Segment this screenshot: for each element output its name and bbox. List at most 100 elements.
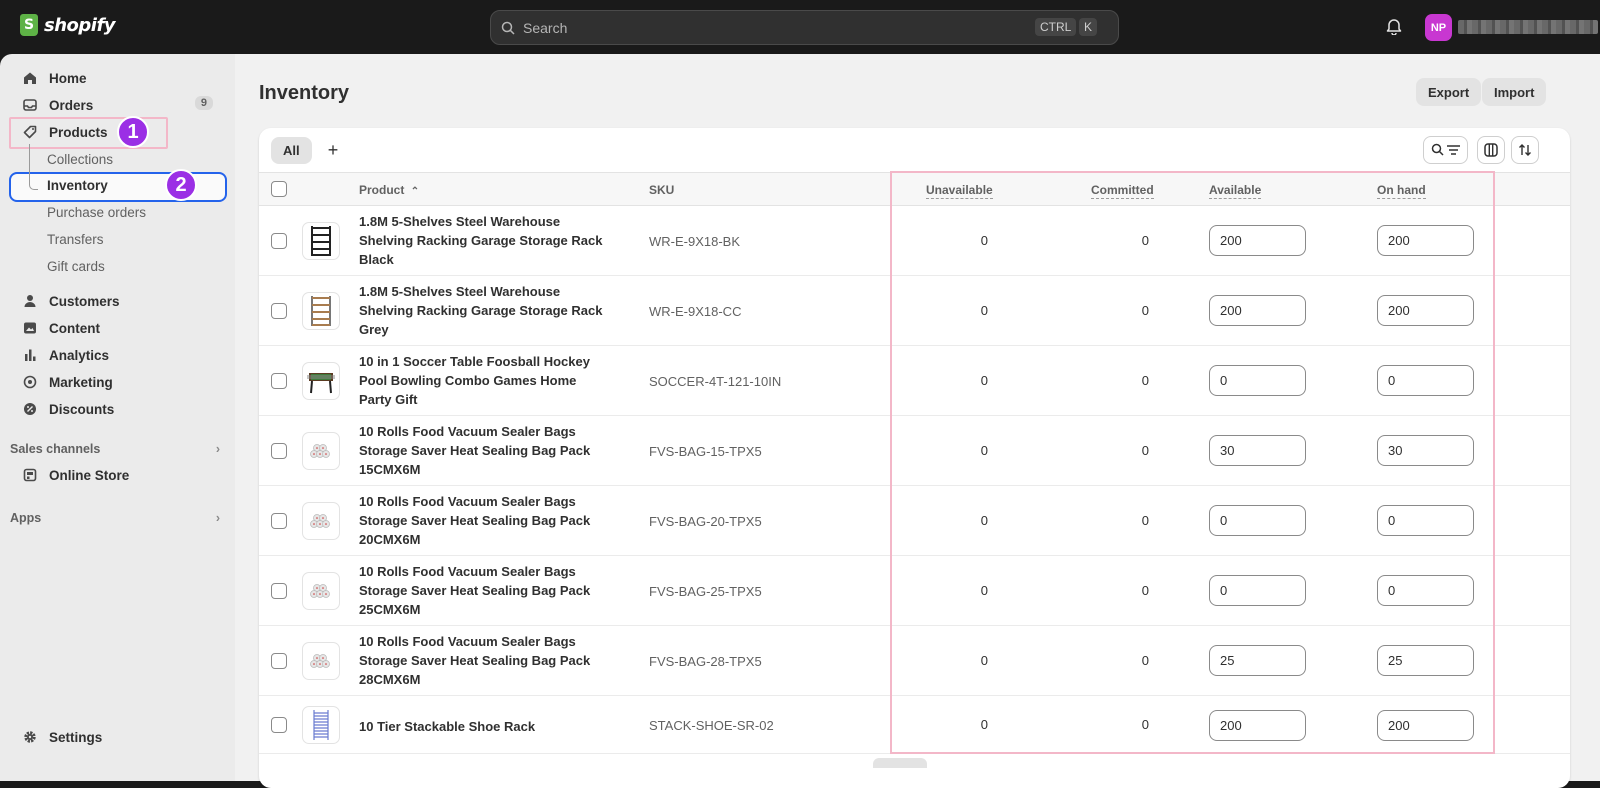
col-committed-header[interactable]: Committed bbox=[1091, 183, 1154, 199]
table-row[interactable]: 1.8M 5-Shelves Steel Warehouse Shelving … bbox=[259, 276, 1570, 346]
home-icon bbox=[22, 70, 38, 86]
available-input[interactable]: 200 bbox=[1209, 225, 1306, 256]
available-input[interactable]: 0 bbox=[1209, 365, 1306, 396]
table-row[interactable]: 10 Rolls Food Vacuum Sealer Bags Storage… bbox=[259, 486, 1570, 556]
available-input[interactable]: 0 bbox=[1209, 575, 1306, 606]
store-name-redacted[interactable] bbox=[1458, 20, 1598, 34]
product-thumbnail[interactable] bbox=[302, 502, 340, 540]
apps-header[interactable]: Apps › bbox=[10, 511, 220, 525]
select-all-checkbox[interactable] bbox=[271, 181, 287, 197]
sidebar-item-label: Settings bbox=[49, 729, 103, 745]
add-view-button[interactable]: + bbox=[319, 137, 347, 164]
sidebar-item-inventory[interactable]: Inventory bbox=[47, 178, 108, 193]
on-hand-input[interactable]: 200 bbox=[1377, 225, 1474, 256]
tree-connector bbox=[29, 144, 38, 190]
unavailable-value: 0 bbox=[980, 717, 988, 732]
product-thumbnail[interactable] bbox=[302, 222, 340, 260]
available-input[interactable]: 30 bbox=[1209, 435, 1306, 466]
product-name[interactable]: 1.8M 5-Shelves Steel Warehouse Shelving … bbox=[359, 212, 609, 269]
product-thumbnail[interactable] bbox=[302, 706, 340, 744]
product-thumbnail[interactable] bbox=[302, 432, 340, 470]
product-name[interactable]: 10 Rolls Food Vacuum Sealer Bags Storage… bbox=[359, 562, 609, 619]
product-sku: WR-E-9X18-CC bbox=[649, 304, 742, 319]
sidebar-item-gift-cards[interactable]: Gift cards bbox=[47, 259, 105, 274]
on-hand-input[interactable]: 0 bbox=[1377, 575, 1474, 606]
available-input[interactable]: 200 bbox=[1209, 710, 1306, 741]
product-thumbnail[interactable] bbox=[302, 292, 340, 330]
scroll-indicator[interactable] bbox=[873, 758, 927, 768]
product-name[interactable]: 10 Rolls Food Vacuum Sealer Bags Storage… bbox=[359, 492, 609, 549]
sidebar-item-settings[interactable]: Settings bbox=[10, 724, 225, 750]
sealer-bags-icon bbox=[310, 514, 330, 528]
import-button[interactable]: Import bbox=[1482, 78, 1547, 106]
product-name[interactable]: 10 in 1 Soccer Table Foosball Hockey Poo… bbox=[359, 352, 609, 409]
sales-channels-header[interactable]: Sales channels › bbox=[10, 442, 220, 456]
row-checkbox[interactable] bbox=[271, 303, 287, 319]
sidebar-item-transfers[interactable]: Transfers bbox=[47, 232, 104, 247]
on-hand-input[interactable]: 25 bbox=[1377, 645, 1474, 676]
available-input[interactable]: 25 bbox=[1209, 645, 1306, 676]
inventory-table-card: All + Product ⌃ SKU Unavailable Committe… bbox=[259, 128, 1570, 788]
table-row[interactable]: 10 Rolls Food Vacuum Sealer Bags Storage… bbox=[259, 626, 1570, 696]
table-row[interactable]: 10 Tier Stackable Shoe Rack STACK-SHOE-S… bbox=[259, 696, 1570, 754]
bell-icon[interactable] bbox=[1386, 17, 1402, 38]
product-name[interactable]: 10 Rolls Food Vacuum Sealer Bags Storage… bbox=[359, 422, 609, 479]
col-product-label: Product bbox=[359, 183, 405, 197]
col-product-header[interactable]: Product ⌃ bbox=[359, 183, 419, 197]
sidebar-item-label: Marketing bbox=[49, 374, 113, 390]
on-hand-input[interactable]: 0 bbox=[1377, 365, 1474, 396]
sidebar-item-purchase-orders[interactable]: Purchase orders bbox=[47, 205, 146, 220]
sidebar-item-marketing[interactable]: Marketing bbox=[10, 369, 225, 395]
row-checkbox[interactable] bbox=[271, 717, 287, 733]
col-on-hand-header[interactable]: On hand bbox=[1377, 183, 1426, 199]
search-filter-button[interactable] bbox=[1423, 136, 1468, 164]
available-input[interactable]: 200 bbox=[1209, 295, 1306, 326]
avatar[interactable]: NP bbox=[1425, 14, 1452, 41]
row-checkbox[interactable] bbox=[271, 233, 287, 249]
sidebar-item-analytics[interactable]: Analytics bbox=[10, 342, 225, 368]
sidebar-item-discounts[interactable]: Discounts bbox=[10, 396, 225, 422]
table-row[interactable]: 10 in 1 Soccer Table Foosball Hockey Poo… bbox=[259, 346, 1570, 416]
product-name[interactable]: 10 Rolls Food Vacuum Sealer Bags Storage… bbox=[359, 632, 609, 689]
row-checkbox[interactable] bbox=[271, 653, 287, 669]
col-sku-header[interactable]: SKU bbox=[649, 183, 674, 197]
on-hand-input[interactable]: 200 bbox=[1377, 295, 1474, 326]
export-button[interactable]: Export bbox=[1416, 78, 1482, 106]
product-name[interactable]: 10 Tier Stackable Shoe Rack bbox=[359, 717, 609, 736]
table-row[interactable]: 10 Rolls Food Vacuum Sealer Bags Storage… bbox=[259, 556, 1570, 626]
on-hand-input[interactable]: 200 bbox=[1377, 710, 1474, 741]
tab-all[interactable]: All bbox=[271, 137, 312, 164]
on-hand-input[interactable]: 30 bbox=[1377, 435, 1474, 466]
columns-button[interactable] bbox=[1477, 136, 1505, 164]
product-name[interactable]: 1.8M 5-Shelves Steel Warehouse Shelving … bbox=[359, 282, 609, 339]
sidebar-item-orders[interactable]: Orders 9 bbox=[10, 92, 225, 118]
product-thumbnail[interactable] bbox=[302, 642, 340, 680]
search-input[interactable]: Search CTRL K bbox=[490, 10, 1119, 45]
row-checkbox[interactable] bbox=[271, 583, 287, 599]
sidebar-item-home[interactable]: Home bbox=[10, 65, 225, 91]
sort-icon bbox=[1519, 144, 1531, 156]
table-row[interactable]: 10 Rolls Food Vacuum Sealer Bags Storage… bbox=[259, 416, 1570, 486]
available-input[interactable]: 0 bbox=[1209, 505, 1306, 536]
product-thumbnail[interactable] bbox=[302, 362, 340, 400]
sort-button[interactable] bbox=[1511, 136, 1539, 164]
product-thumbnail[interactable] bbox=[302, 572, 340, 610]
committed-value: 0 bbox=[1141, 513, 1149, 528]
product-sku: FVS-BAG-15-TPX5 bbox=[649, 444, 762, 459]
col-unavailable-header[interactable]: Unavailable bbox=[926, 183, 993, 199]
on-hand-input[interactable]: 0 bbox=[1377, 505, 1474, 536]
sidebar-item-customers[interactable]: Customers bbox=[10, 288, 225, 314]
col-available-header[interactable]: Available bbox=[1209, 183, 1262, 199]
table-row[interactable]: 1.8M 5-Shelves Steel Warehouse Shelving … bbox=[259, 206, 1570, 276]
sidebar-item-label: Products bbox=[49, 124, 108, 140]
sealer-bags-icon bbox=[310, 444, 330, 458]
shortcut-key: K bbox=[1079, 18, 1098, 36]
row-checkbox[interactable] bbox=[271, 373, 287, 389]
sidebar-item-collections[interactable]: Collections bbox=[47, 152, 113, 167]
sidebar-item-online-store[interactable]: Online Store bbox=[10, 462, 225, 488]
row-checkbox[interactable] bbox=[271, 513, 287, 529]
sidebar-item-content[interactable]: Content bbox=[10, 315, 225, 341]
shortcut-ctrl: CTRL bbox=[1035, 18, 1077, 36]
shopify-logo[interactable]: shopify bbox=[20, 14, 116, 36]
row-checkbox[interactable] bbox=[271, 443, 287, 459]
